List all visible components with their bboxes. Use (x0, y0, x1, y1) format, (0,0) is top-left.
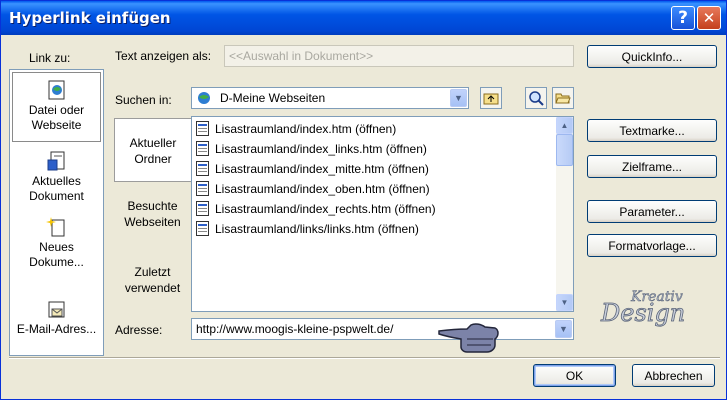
place-new-document[interactable]: Neues Dokume... (12, 216, 101, 272)
place-label-line2: Dokume... (29, 255, 84, 269)
ok-button[interactable]: OK (533, 364, 616, 387)
hyperlink-dialog: Hyperlink einfügen ? ✕ Link zu: Datei od… (0, 0, 727, 400)
link-to-label: Link zu: (29, 51, 71, 65)
address-value: http://www.moogis-kleine-pspwelt.de/ (196, 322, 394, 336)
target-frame-button[interactable]: Zielframe... (587, 155, 717, 178)
quickinfo-button-label: QuickInfo... (621, 49, 683, 64)
folder-tabs: Aktueller Ordner Besuchte Webseiten Zule… (114, 116, 191, 312)
look-in-value: D-Meine Webseiten (220, 91, 326, 105)
parameters-button-label: Parameter... (619, 204, 685, 219)
list-item[interactable]: Lisastraumland/index_rechts.htm (öffnen) (196, 199, 436, 218)
close-icon: ✕ (702, 9, 716, 27)
place-label-line2: Dokument (29, 189, 84, 203)
display-text-field[interactable]: <<Auswahl in Dokument>> (224, 45, 574, 67)
cancel-button-label: Abbrechen (644, 368, 703, 383)
watermark-logo: Kreativ Design (600, 289, 686, 328)
current-document-icon (47, 151, 64, 171)
open-folder-icon (555, 93, 571, 104)
look-in-combobox[interactable]: D-Meine Webseiten ▼ (191, 87, 469, 109)
place-label-line1: Aktuelles (32, 174, 81, 188)
watermark-line2: Design (600, 299, 685, 327)
bookmark-button-label: Textmarke... (619, 123, 685, 138)
html-file-icon (196, 221, 209, 236)
help-button[interactable]: ? (671, 6, 695, 30)
file-name: Lisastraumland/index_mitte.htm (öffnen) (215, 161, 429, 176)
bookmark-button[interactable]: Textmarke... (587, 119, 717, 142)
tab-line2: verwendet (124, 281, 181, 295)
list-item[interactable]: Lisastraumland/links/links.htm (öffnen) (196, 219, 419, 238)
html-file-icon (196, 121, 209, 136)
place-label-line1: E-Mail-Adres... (16, 322, 97, 336)
list-item[interactable]: Lisastraumland/index_links.htm (öffnen) (196, 139, 427, 158)
tab-current-folder[interactable]: Aktueller Ordner (114, 118, 191, 182)
file-list[interactable]: Lisastraumland/index.htm (öffnen) Lisast… (191, 116, 574, 312)
place-email-address[interactable]: E-Mail-Adres... (12, 300, 101, 344)
search-web-icon (529, 91, 544, 106)
tab-line2: Ordner (134, 152, 172, 166)
address-label: Adresse: (115, 323, 163, 337)
html-file-icon (196, 201, 209, 216)
target-frame-button-label: Zielframe... (621, 159, 682, 174)
pointing-hand-icon (438, 323, 499, 353)
tab-recent-files[interactable]: Zuletzt verwendet (114, 264, 191, 304)
browse-file-button[interactable] (552, 87, 574, 109)
new-document-icon (45, 217, 64, 237)
tab-line1: Aktueller (129, 136, 177, 150)
ok-button-label: OK (565, 368, 584, 383)
tab-line1: Zuletzt (134, 265, 171, 279)
tab-browsed-pages[interactable]: Besuchte Webseiten (114, 198, 191, 238)
place-label-line1: Neues (39, 240, 74, 254)
place-label-line2: Webseite (31, 118, 82, 132)
list-item[interactable]: Lisastraumland/index.htm (öffnen) (196, 119, 396, 138)
place-current-document[interactable]: Aktuelles Dokument (12, 150, 101, 206)
scroll-up-icon[interactable]: ▲ (556, 117, 573, 134)
list-item[interactable]: Lisastraumland/index_oben.htm (öffnen) (196, 179, 430, 198)
chevron-down-icon[interactable]: ▼ (555, 320, 572, 338)
html-file-icon (196, 181, 209, 196)
file-name: Lisastraumland/index_links.htm (öffnen) (215, 141, 427, 156)
place-file-or-webpage[interactable]: Datei oder Webseite (12, 72, 101, 142)
address-combobox[interactable]: http://www.moogis-kleine-pspwelt.de/ ▼ (191, 318, 574, 340)
file-name: Lisastraumland/index_oben.htm (öffnen) (215, 181, 430, 196)
chevron-down-icon[interactable]: ▼ (450, 89, 467, 107)
scroll-thumb[interactable] (556, 134, 573, 166)
file-name: Lisastraumland/index_rechts.htm (öffnen) (215, 201, 436, 216)
help-icon: ? (678, 8, 688, 28)
file-list-scrollbar[interactable]: ▲ ▼ (556, 117, 573, 311)
tab-line1: Besuchte (127, 199, 178, 213)
browse-web-button[interactable] (525, 87, 547, 109)
html-file-icon (196, 161, 209, 176)
file-name: Lisastraumland/links/links.htm (öffnen) (215, 221, 419, 236)
web-page-icon (48, 80, 64, 100)
title-bar[interactable]: Hyperlink einfügen ? ✕ (1, 1, 726, 35)
look-in-label: Suchen in: (115, 93, 172, 107)
window-title: Hyperlink einfügen (9, 9, 171, 27)
scroll-down-icon[interactable]: ▼ (556, 294, 573, 311)
up-one-folder-button[interactable] (480, 87, 502, 109)
quickinfo-button[interactable]: QuickInfo... (587, 45, 717, 68)
display-text-label: Text anzeigen als: (115, 49, 212, 63)
html-file-icon (196, 141, 209, 156)
email-icon (48, 301, 64, 318)
folder-up-icon (483, 93, 499, 105)
close-button[interactable]: ✕ (697, 6, 721, 30)
tab-line2: Webseiten (124, 215, 181, 229)
style-button[interactable]: Formatvorlage... (587, 234, 717, 257)
footer-divider (9, 357, 720, 359)
style-button-label: Formatvorlage... (608, 238, 696, 253)
file-name: Lisastraumland/index.htm (öffnen) (215, 121, 397, 136)
place-label-line1: Datei oder (28, 103, 85, 117)
places-bar: Datei oder Webseite Aktuelles Dokument N… (9, 69, 104, 356)
parameters-button[interactable]: Parameter... (587, 200, 717, 223)
list-item[interactable]: Lisastraumland/index_mitte.htm (öffnen) (196, 159, 429, 178)
web-folder-icon (198, 92, 210, 104)
cancel-button[interactable]: Abbrechen (632, 364, 715, 387)
